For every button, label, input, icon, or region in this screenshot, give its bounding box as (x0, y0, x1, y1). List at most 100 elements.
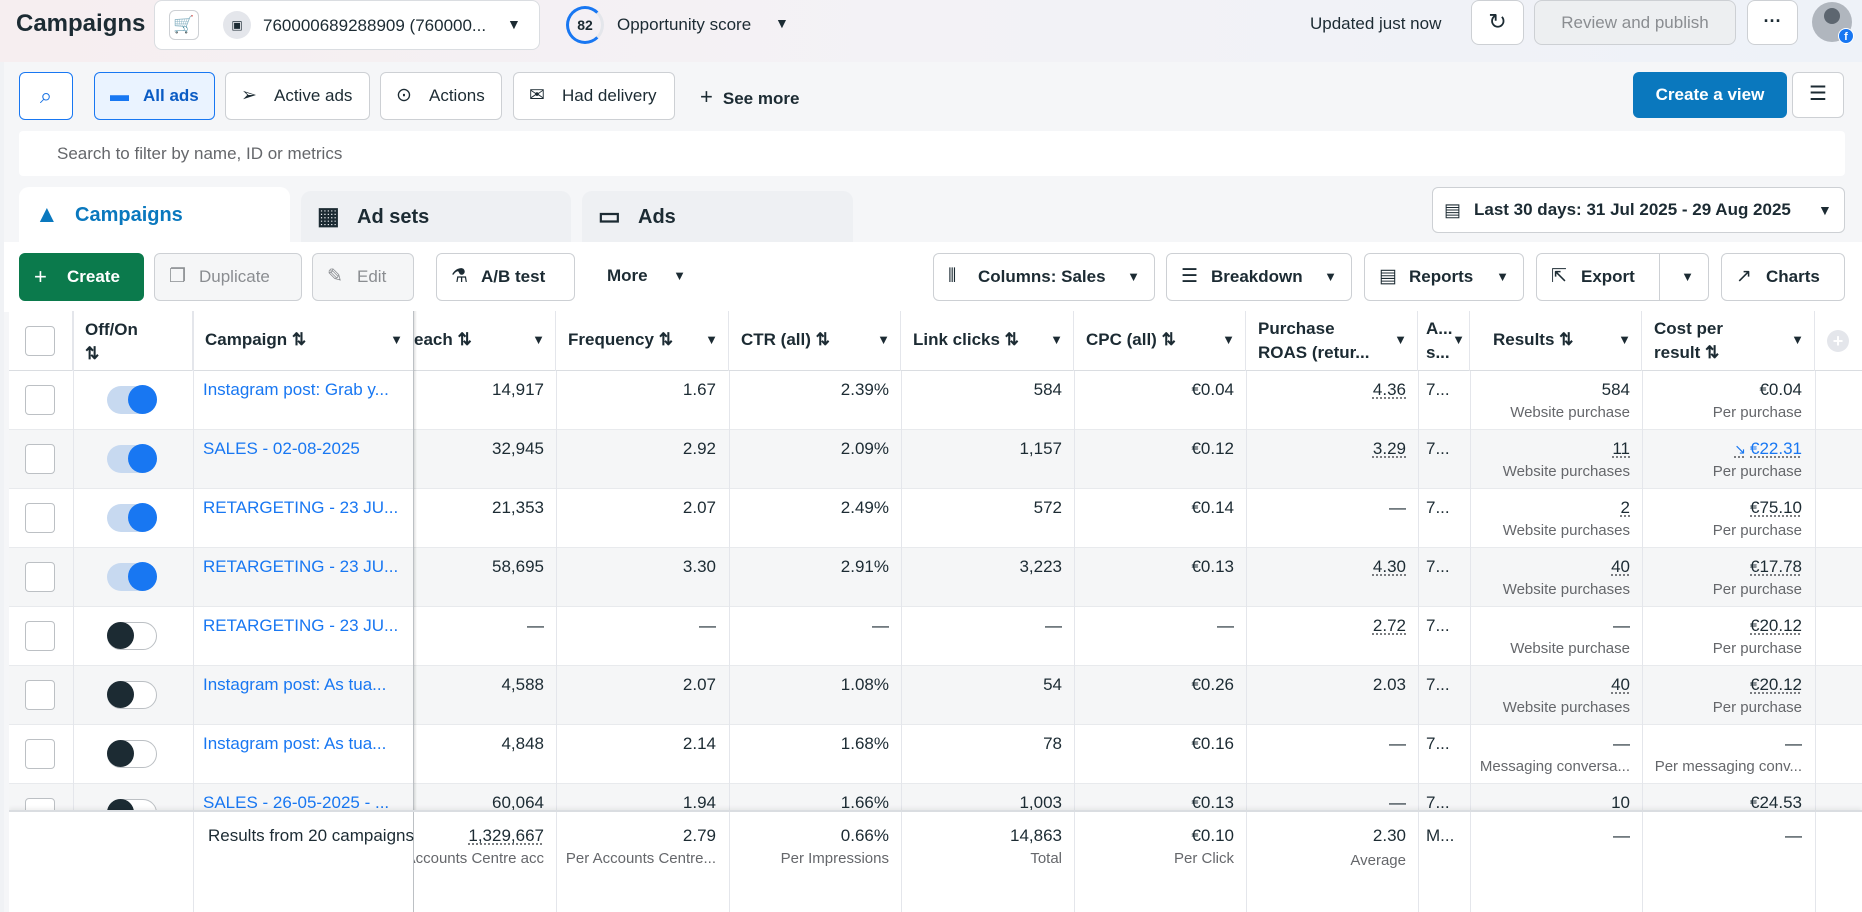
campaign-toggle[interactable] (107, 444, 157, 473)
filter-had-delivery[interactable]: ✉ Had delivery (513, 72, 675, 120)
campaign-toggle[interactable] (107, 681, 157, 709)
breakdown-button[interactable]: ☰ Breakdown ▼ (1166, 253, 1352, 301)
chevron-down-icon[interactable]: ▼ (1618, 332, 1631, 347)
divider (729, 489, 730, 548)
col-link-clicks[interactable]: Link clicks ⇅ ▼ (901, 311, 1074, 371)
col-reach[interactable]: each ⇅ ▼ (414, 311, 556, 371)
row-checkbox[interactable] (25, 621, 55, 651)
col-a[interactable]: A... s... ▼ (1418, 311, 1470, 371)
footer-link-clicks-sub: Total (1030, 850, 1062, 867)
col-frequency[interactable]: Frequency ⇅ ▼ (556, 311, 729, 371)
chevron-down-icon[interactable]: ▼ (877, 332, 890, 347)
duplicate-button[interactable]: ❐ Duplicate (154, 253, 302, 301)
date-range-picker[interactable]: ▤ Last 30 days: 31 Jul 2025 - 29 Aug 2025… (1432, 187, 1845, 233)
chevron-down-icon[interactable]: ▼ (390, 332, 403, 347)
campaign-toggle[interactable] (107, 503, 157, 532)
chevron-down-icon[interactable]: ▼ (775, 15, 789, 31)
more-options-button[interactable]: ··· (1747, 0, 1798, 45)
campaign-name-link[interactable]: Instagram post: As tua... (203, 734, 403, 754)
row-checkbox[interactable] (25, 739, 55, 769)
table-row[interactable]: Instagram post: As tua... 4,848 2.14 1.68% 7… (9, 725, 1862, 784)
row-checkbox[interactable] (25, 680, 55, 710)
sort-icon: ⇅ (85, 344, 100, 363)
chevron-down-icon[interactable]: ▼ (1452, 332, 1465, 347)
campaign-name-link[interactable]: SALES - 02-08-2025 (203, 439, 403, 459)
chevron-down-icon[interactable]: ▼ (1050, 332, 1063, 347)
row-checkbox[interactable] (25, 444, 55, 474)
columns-button[interactable]: ⦀ Columns: Sales ▼ (933, 253, 1155, 301)
charts-button[interactable]: ↗ Charts (1721, 253, 1845, 301)
col-cpc[interactable]: CPC (all) ⇅ ▼ (1074, 311, 1246, 371)
campaign-name-link[interactable]: RETARGETING - 23 JU... (203, 498, 403, 518)
row-checkbox[interactable] (25, 385, 55, 415)
updated-status: Updated just now (1310, 14, 1442, 33)
cell-roas: 4.30 (1372, 557, 1406, 576)
cell-freq: — (699, 616, 716, 635)
search-input[interactable] (57, 131, 1757, 176)
chevron-down-icon[interactable]: ▼ (1394, 332, 1407, 347)
filter-active-ads[interactable]: ➢ Active ads (225, 72, 370, 120)
search-icon[interactable]: ⌕ (19, 72, 73, 120)
table-row[interactable]: Instagram post: Grab y... 14,917 1.67 2.39%… (9, 371, 1862, 430)
cell-results: 40 (1611, 675, 1630, 694)
reports-button[interactable]: ▤ Reports ▼ (1364, 253, 1524, 301)
more-button[interactable]: More ▼ (590, 253, 700, 301)
table-row[interactable]: Instagram post: As tua... 4,588 2.07 1.08% 5… (9, 666, 1862, 725)
table-row[interactable]: RETARGETING - 23 JU... 58,695 3.30 2.91% 3,2… (9, 548, 1862, 607)
chevron-down-icon[interactable]: ▼ (705, 332, 718, 347)
calendar-icon: ▤ (1444, 200, 1462, 220)
refresh-icon[interactable]: ↻ (1471, 0, 1524, 45)
campaign-name-link[interactable]: Instagram post: As tua... (203, 675, 403, 695)
col-offon[interactable]: Off/On ⇅ (73, 311, 193, 371)
add-column-icon[interactable]: + (1827, 330, 1849, 352)
cost-value: €75.10 (1750, 498, 1802, 517)
col-cost-per-result[interactable]: Cost per result ⇅ ▼ (1642, 311, 1815, 371)
folder-icon: ▬ (110, 85, 129, 106)
campaign-toggle[interactable] (107, 562, 157, 591)
sort-icon: ⇅ (1004, 330, 1019, 349)
ab-test-button[interactable]: ⚗ A/B test (436, 253, 575, 301)
filter-label: Had delivery (562, 86, 657, 105)
divider (1074, 489, 1075, 548)
divider (1642, 371, 1643, 430)
create-view-button[interactable]: Create a view (1633, 72, 1787, 118)
campaign-toggle[interactable] (107, 622, 157, 650)
chevron-down-icon[interactable]: ▼ (532, 332, 545, 347)
filter-actions[interactable]: ⊙ Actions (380, 72, 502, 120)
account-selector[interactable]: 🛒 ▣ 760000689288909 (760000... ▼ (154, 0, 540, 50)
select-all-checkbox[interactable] (25, 326, 55, 356)
campaign-name-link[interactable]: RETARGETING - 23 JU... (203, 557, 403, 577)
edit-button[interactable]: ✎ Edit (312, 253, 414, 301)
campaigns-table: Off/On ⇅ Campaign ⇅ ▼ each ⇅ ▼ Frequency ⇅ ▼… (9, 311, 1862, 912)
table-row[interactable]: RETARGETING - 23 JU... 21,353 2.07 2.49% 572… (9, 489, 1862, 548)
col-results[interactable]: Results ⇅ ▼ (1470, 311, 1642, 371)
campaign-name-link[interactable]: Instagram post: Grab y... (203, 380, 403, 400)
col-roas[interactable]: Purchase ROAS (retur... ▼ (1246, 311, 1418, 371)
review-publish-button[interactable]: Review and publish (1534, 0, 1736, 45)
button-label: Create (67, 267, 120, 286)
filter-all-ads[interactable]: ▬ All ads (94, 72, 215, 120)
table-row[interactable]: SALES - 02-08-2025 32,945 2.92 2.09% 1,157 €0… (9, 430, 1862, 489)
opportunity-score-label[interactable]: Opportunity score (617, 15, 751, 35)
row-checkbox[interactable] (25, 503, 55, 533)
divider (1815, 666, 1816, 725)
divider (1815, 812, 1816, 912)
col-campaign[interactable]: Campaign ⇅ ▼ (193, 311, 414, 371)
chevron-down-icon[interactable]: ▼ (1681, 254, 1694, 300)
campaign-name-link[interactable]: RETARGETING - 23 JU... (203, 616, 403, 636)
create-button[interactable]: + Create (19, 253, 144, 301)
opportunity-score-badge[interactable]: 82 (566, 6, 604, 44)
chevron-down-icon[interactable]: ▼ (1222, 332, 1235, 347)
col-ctr[interactable]: CTR (all) ⇅ ▼ (729, 311, 901, 371)
table-row[interactable]: RETARGETING - 23 JU... — — — — — 2.72 7... — Webs… (9, 607, 1862, 666)
campaign-toggle[interactable] (107, 385, 157, 414)
sliders-icon[interactable]: ☰ (1792, 72, 1844, 118)
export-button[interactable]: ⇱ Export ▼ (1536, 253, 1709, 301)
cell-reach: 32,945 (492, 439, 544, 458)
cell-cost-per-result: €17.78 (1642, 557, 1802, 577)
row-checkbox[interactable] (25, 562, 55, 592)
see-more-button[interactable]: + See more (700, 84, 799, 110)
cell-cpc: €0.14 (1191, 498, 1234, 517)
chevron-down-icon[interactable]: ▼ (1791, 332, 1804, 347)
campaign-toggle[interactable] (107, 740, 157, 768)
